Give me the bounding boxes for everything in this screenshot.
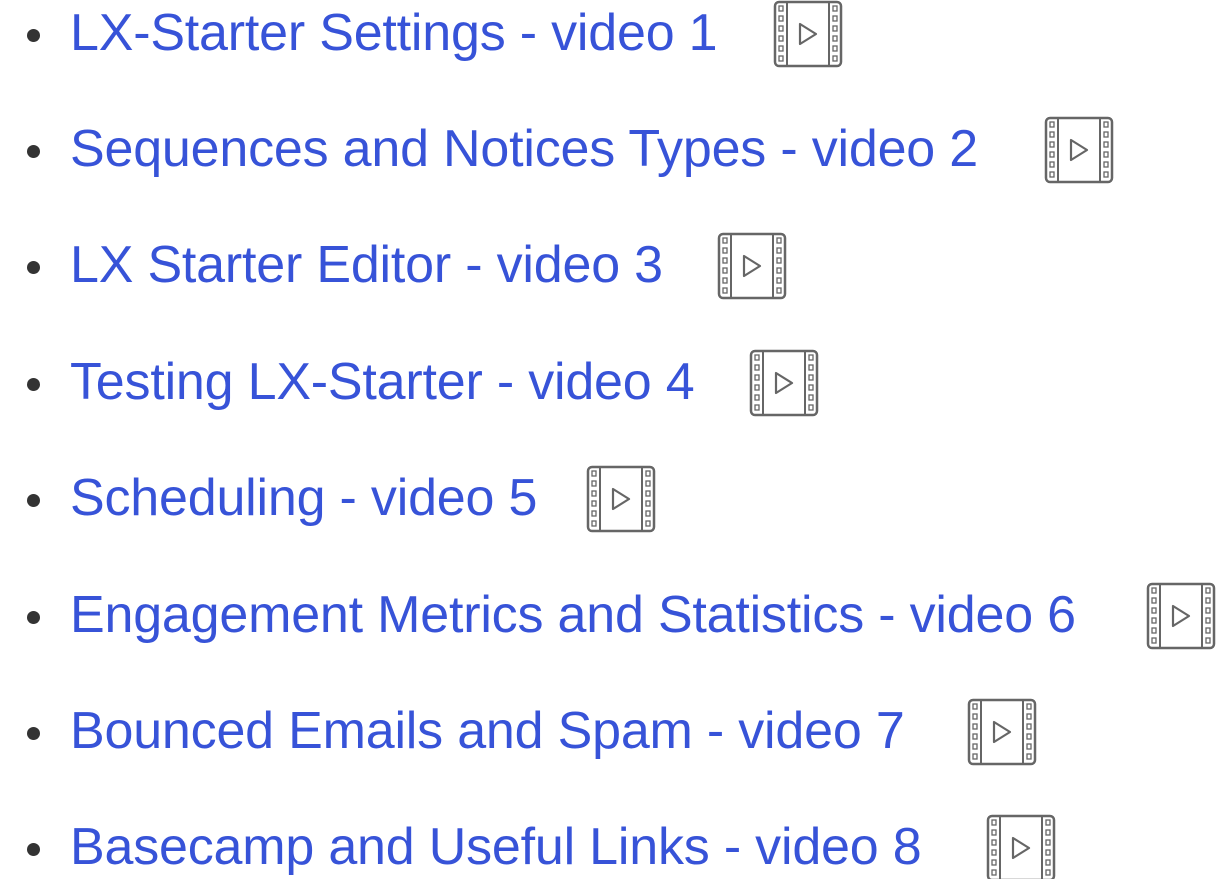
- video-link-7[interactable]: Bounced Emails and Spam - video 7: [70, 691, 905, 771]
- bullet: [27, 261, 40, 274]
- video-icon[interactable]: [967, 698, 1037, 766]
- video-link-5[interactable]: Scheduling - video 5: [70, 458, 537, 538]
- video-link-2[interactable]: Sequences and Notices Types - video 2: [70, 109, 978, 189]
- bullet: [27, 378, 40, 391]
- bullet: [27, 29, 40, 42]
- bullet: [27, 611, 40, 624]
- bullet: [27, 843, 40, 856]
- video-icon[interactable]: [986, 814, 1056, 879]
- video-icon[interactable]: [1044, 116, 1114, 184]
- video-list: LX-Starter Settings - video 1 Sequences …: [0, 0, 1229, 879]
- video-link-3[interactable]: LX Starter Editor - video 3: [70, 225, 663, 305]
- video-link-4[interactable]: Testing LX-Starter - video 4: [70, 342, 695, 422]
- video-icon[interactable]: [749, 349, 819, 417]
- bullet: [27, 145, 40, 158]
- video-icon[interactable]: [717, 232, 787, 300]
- video-link-6[interactable]: Engagement Metrics and Statistics - vide…: [70, 575, 1076, 655]
- video-icon[interactable]: [586, 465, 656, 533]
- video-link-1[interactable]: LX-Starter Settings - video 1: [70, 0, 718, 73]
- video-icon[interactable]: [1146, 582, 1216, 650]
- video-icon[interactable]: [773, 0, 843, 68]
- bullet: [27, 494, 40, 507]
- video-link-8[interactable]: Basecamp and Useful Links - video 8: [70, 807, 922, 879]
- bullet: [27, 727, 40, 740]
